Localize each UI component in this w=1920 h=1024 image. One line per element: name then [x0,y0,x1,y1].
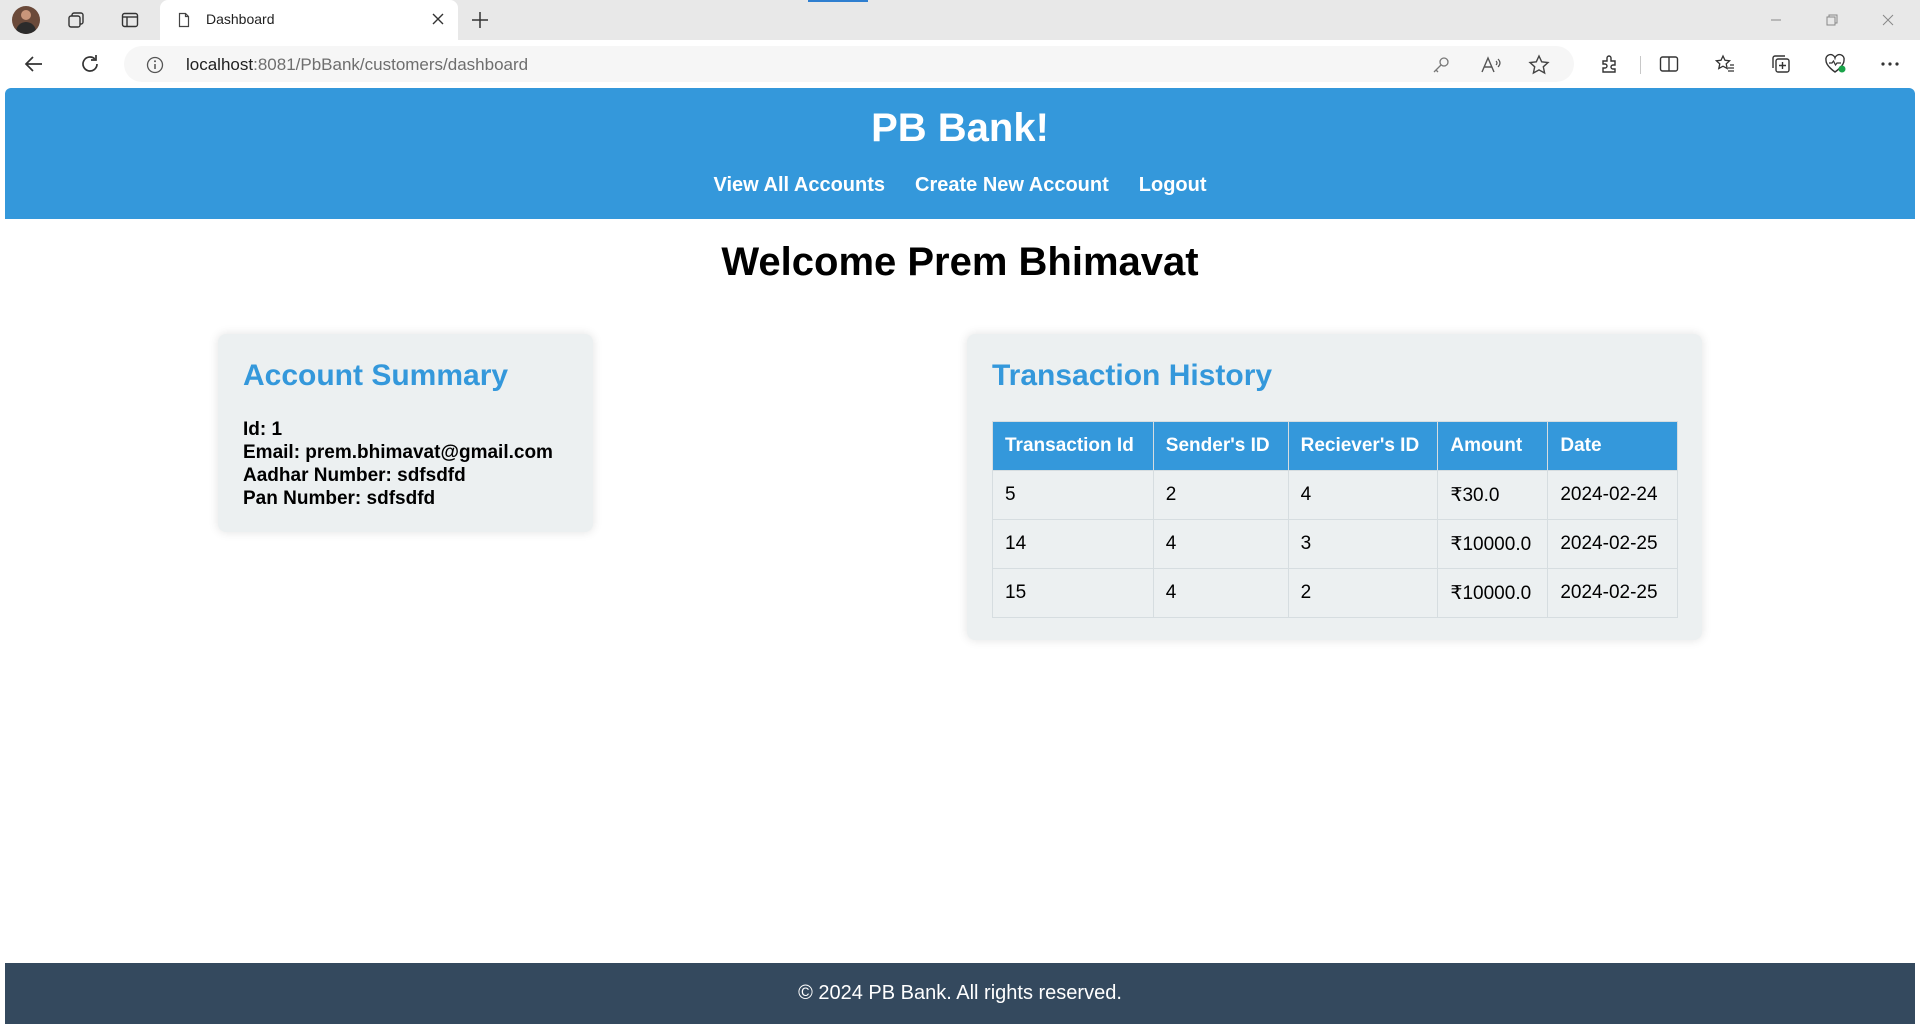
welcome-heading: Welcome Prem Bhimavat [721,240,1199,284]
nav-create-new-account[interactable]: Create New Account [915,174,1109,197]
account-pan: Pan Number: sdfsdfd [243,488,436,509]
site-title: PB Bank! [871,106,1049,150]
favorite-star-icon[interactable] [1528,54,1550,76]
site-info-icon[interactable] [146,56,164,74]
cell-sender-id: 4 [1152,519,1289,569]
cell-sender-id: 2 [1152,470,1289,520]
transaction-history-card: Transaction History Transaction Id Sende… [967,334,1702,640]
cell-date: 2024-02-24 [1547,470,1678,520]
account-summary-heading: Account Summary [243,359,509,392]
table-header-row: Transaction Id Sender's ID Reciever's ID… [992,421,1678,471]
nav-logout[interactable]: Logout [1139,174,1207,197]
collections-icon[interactable] [1767,50,1795,78]
favorites-icon[interactable] [1711,50,1739,78]
cell-transaction-id: 14 [992,519,1154,569]
column-header: Transaction Id [992,421,1154,471]
account-aadhar: Aadhar Number: sdfsdfd [243,465,466,486]
transaction-table: Transaction Id Sender's ID Reciever's ID… [992,421,1678,618]
back-icon[interactable] [20,50,48,78]
url-path: :8081/PbBank/customers/dashboard [253,55,529,74]
cell-sender-id: 4 [1152,568,1289,618]
address-bar[interactable]: localhost:8081/PbBank/customers/dashboar… [124,46,1574,82]
read-aloud-icon[interactable] [1480,54,1502,76]
refresh-icon[interactable] [76,50,104,78]
table-row: 14 4 3 ₹10000.0 2024-02-25 [992,519,1678,569]
new-tab-icon[interactable] [468,8,492,32]
profile-avatar[interactable] [12,6,40,34]
browser-toolbar: localhost:8081/PbBank/customers/dashboar… [0,40,1920,88]
page-icon [176,12,192,28]
footer-copyright: © 2024 PB Bank. All rights reserved. [798,982,1122,1004]
tab-title: Dashboard [206,11,275,27]
cell-receiver-id: 4 [1287,470,1439,520]
more-options-icon[interactable] [1876,50,1904,78]
nav-view-all-accounts[interactable]: View All Accounts [713,174,885,197]
cell-amount: ₹30.0 [1437,470,1549,520]
column-header: Sender's ID [1152,421,1289,471]
column-header: Date [1547,421,1678,471]
tab-drag-indicator [808,0,868,2]
url-text[interactable]: localhost:8081/PbBank/customers/dashboar… [186,55,528,75]
close-window-icon[interactable] [1860,0,1916,40]
browser-essentials-icon[interactable] [1821,50,1849,78]
toolbar-separator [1640,56,1641,74]
account-summary-card: Account Summary Id: 1 Email: prem.bhimav… [218,334,593,532]
web-page: PB Bank! View All Accounts Create New Ac… [5,88,1915,1024]
extensions-icon[interactable] [1596,50,1624,78]
cell-receiver-id: 3 [1287,519,1439,569]
site-header: PB Bank! View All Accounts Create New Ac… [5,88,1915,219]
cell-date: 2024-02-25 [1547,519,1678,569]
workspaces-icon[interactable] [64,8,88,32]
column-header: Reciever's ID [1287,421,1439,471]
password-key-icon[interactable] [1430,54,1452,76]
cell-amount: ₹10000.0 [1437,519,1549,569]
tab-dashboard[interactable]: Dashboard [160,0,458,40]
account-email: Email: prem.bhimavat@gmail.com [243,442,553,463]
transaction-history-heading: Transaction History [992,359,1273,392]
table-row: 5 2 4 ₹30.0 2024-02-24 [992,470,1678,520]
account-id: Id: 1 [243,419,283,440]
cell-amount: ₹10000.0 [1437,568,1549,618]
table-row: 15 4 2 ₹10000.0 2024-02-25 [992,568,1678,618]
cell-transaction-id: 5 [992,470,1154,520]
split-screen-icon[interactable] [1655,50,1683,78]
cell-receiver-id: 2 [1287,568,1439,618]
column-header: Amount [1437,421,1549,471]
close-tab-icon[interactable] [430,11,446,27]
url-host: localhost [186,55,254,74]
site-footer: © 2024 PB Bank. All rights reserved. [5,963,1915,1024]
cell-transaction-id: 15 [992,568,1154,618]
browser-titlebar: Dashboard [0,0,1920,40]
vertical-tabs-icon[interactable] [118,8,142,32]
account-details: Id: 1 Email: prem.bhimavat@gmail.com Aad… [243,418,553,510]
cell-date: 2024-02-25 [1547,568,1678,618]
restore-icon[interactable] [1804,0,1860,40]
minimize-icon[interactable] [1748,0,1804,40]
site-nav: View All Accounts Create New Account Log… [5,174,1915,197]
